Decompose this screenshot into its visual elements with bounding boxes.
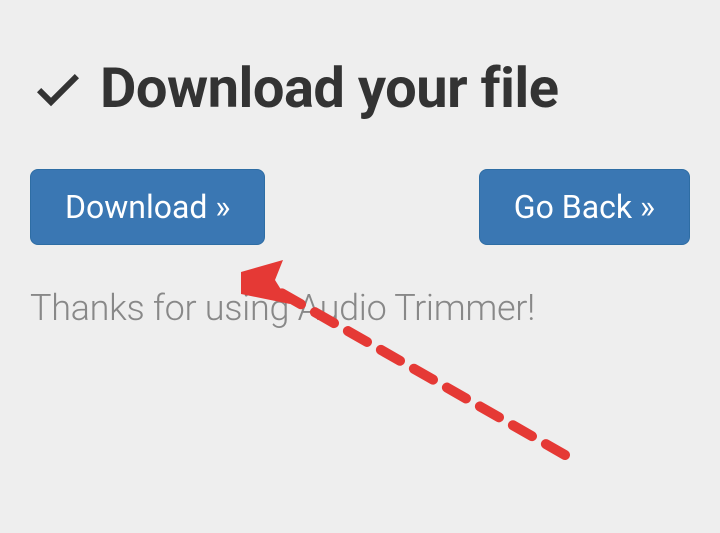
go-back-button[interactable]: Go Back » bbox=[479, 169, 690, 245]
check-icon bbox=[30, 60, 86, 116]
page-heading: Download your file bbox=[30, 55, 690, 121]
download-button[interactable]: Download » bbox=[30, 169, 265, 245]
download-panel: Download your file Download » Go Back » … bbox=[0, 0, 720, 359]
button-row: Download » Go Back » bbox=[30, 169, 690, 245]
page-title: Download your file bbox=[100, 55, 558, 121]
thanks-message: Thanks for using Audio Trimmer! bbox=[30, 287, 690, 329]
